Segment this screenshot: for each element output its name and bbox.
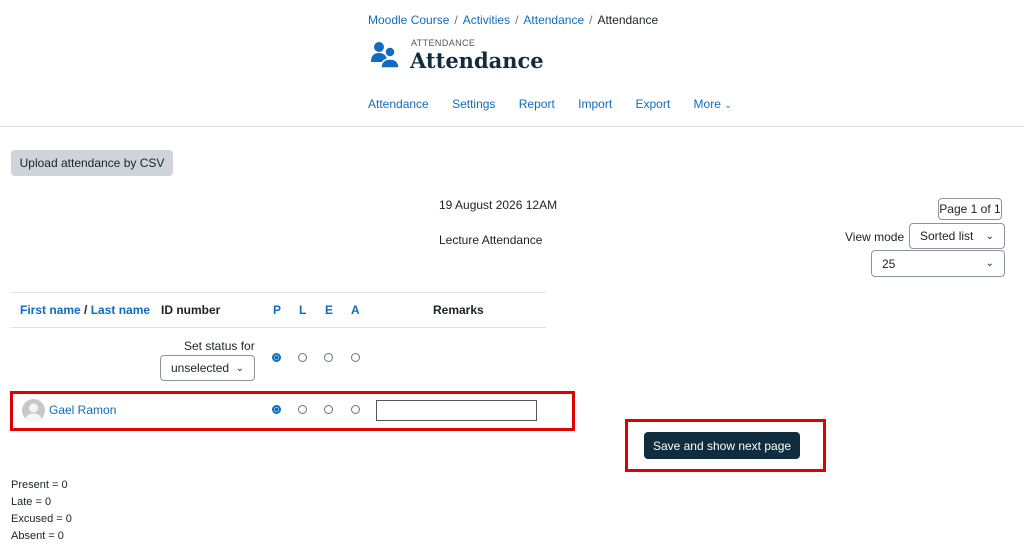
nav-attendance[interactable]: Attendance (368, 97, 429, 111)
set-status-present-radio[interactable] (272, 353, 281, 362)
nav-export[interactable]: Export (636, 97, 671, 111)
summary-excused: Excused = 0 (11, 513, 72, 525)
chevron-down-icon: ⌄ (235, 362, 244, 374)
breadcrumb-current: Attendance (597, 13, 659, 27)
chevron-down-icon: ⌄ (724, 100, 732, 110)
table-top-border (11, 292, 546, 293)
column-header-excused[interactable]: E (325, 303, 333, 317)
set-status-excused-radio[interactable] (324, 353, 333, 362)
header-divider (0, 126, 1024, 127)
per-page-select[interactable]: 25 ⌄ (871, 250, 1005, 277)
activity-type-label: ATTENDANCE (411, 38, 476, 48)
nav-settings[interactable]: Settings (452, 97, 495, 111)
pager[interactable]: Page 1 of 1 (938, 198, 1002, 220)
summary-late: Late = 0 (11, 496, 52, 508)
column-header-late[interactable]: L (299, 303, 306, 317)
set-status-absent-radio[interactable] (351, 353, 360, 362)
session-description: Lecture Attendance (439, 233, 543, 247)
nav-more-label: More (693, 97, 721, 111)
set-status-select[interactable]: unselected ⌄ (160, 355, 255, 381)
highlight-student-row (10, 391, 575, 431)
save-next-page-button[interactable]: Save and show next page (644, 432, 800, 459)
per-page-value: 25 (882, 256, 896, 271)
view-mode-value: Sorted list (920, 229, 974, 243)
chevron-down-icon: ⌄ (985, 258, 994, 269)
summary-present: Present = 0 (11, 479, 68, 491)
view-mode-select[interactable]: Sorted list ⌄ (909, 223, 1005, 249)
chevron-down-icon: ⌄ (985, 230, 994, 242)
view-mode-label: View mode (845, 230, 905, 244)
nav-import[interactable]: Import (578, 97, 612, 111)
breadcrumb-activities[interactable]: Activities (463, 13, 510, 27)
nav-report[interactable]: Report (519, 97, 555, 111)
breadcrumb-course[interactable]: Moodle Course (368, 13, 449, 27)
table-header-border (11, 327, 546, 328)
session-date: 19 August 2026 12AM (439, 198, 558, 212)
name-separator: / (80, 303, 91, 317)
column-header-remarks: Remarks (433, 303, 484, 317)
column-header-id-number: ID number (161, 303, 221, 317)
attendance-people-icon (368, 38, 404, 74)
set-status-label: Set status for (184, 339, 255, 353)
column-header-absent[interactable]: A (351, 303, 360, 317)
secondary-nav: Attendance Settings Report Import Export… (368, 97, 752, 111)
summary-absent: Absent = 0 (11, 530, 64, 542)
page-title: Attendance (410, 48, 544, 73)
set-status-late-radio[interactable] (298, 353, 307, 362)
breadcrumb-attendance[interactable]: Attendance (523, 13, 584, 27)
set-status-value: unselected (171, 361, 230, 375)
breadcrumb: Moodle Course / Activities / Attendance / Atte… (368, 13, 659, 27)
sort-first-name-link[interactable]: First name (20, 303, 81, 317)
column-header-present[interactable]: P (273, 303, 281, 317)
nav-more[interactable]: More ⌄ (694, 97, 732, 111)
upload-csv-button[interactable]: Upload attendance by CSV (11, 150, 173, 176)
column-header-name: First name / Last name (20, 303, 150, 317)
sort-last-name-link[interactable]: Last name (91, 303, 150, 317)
